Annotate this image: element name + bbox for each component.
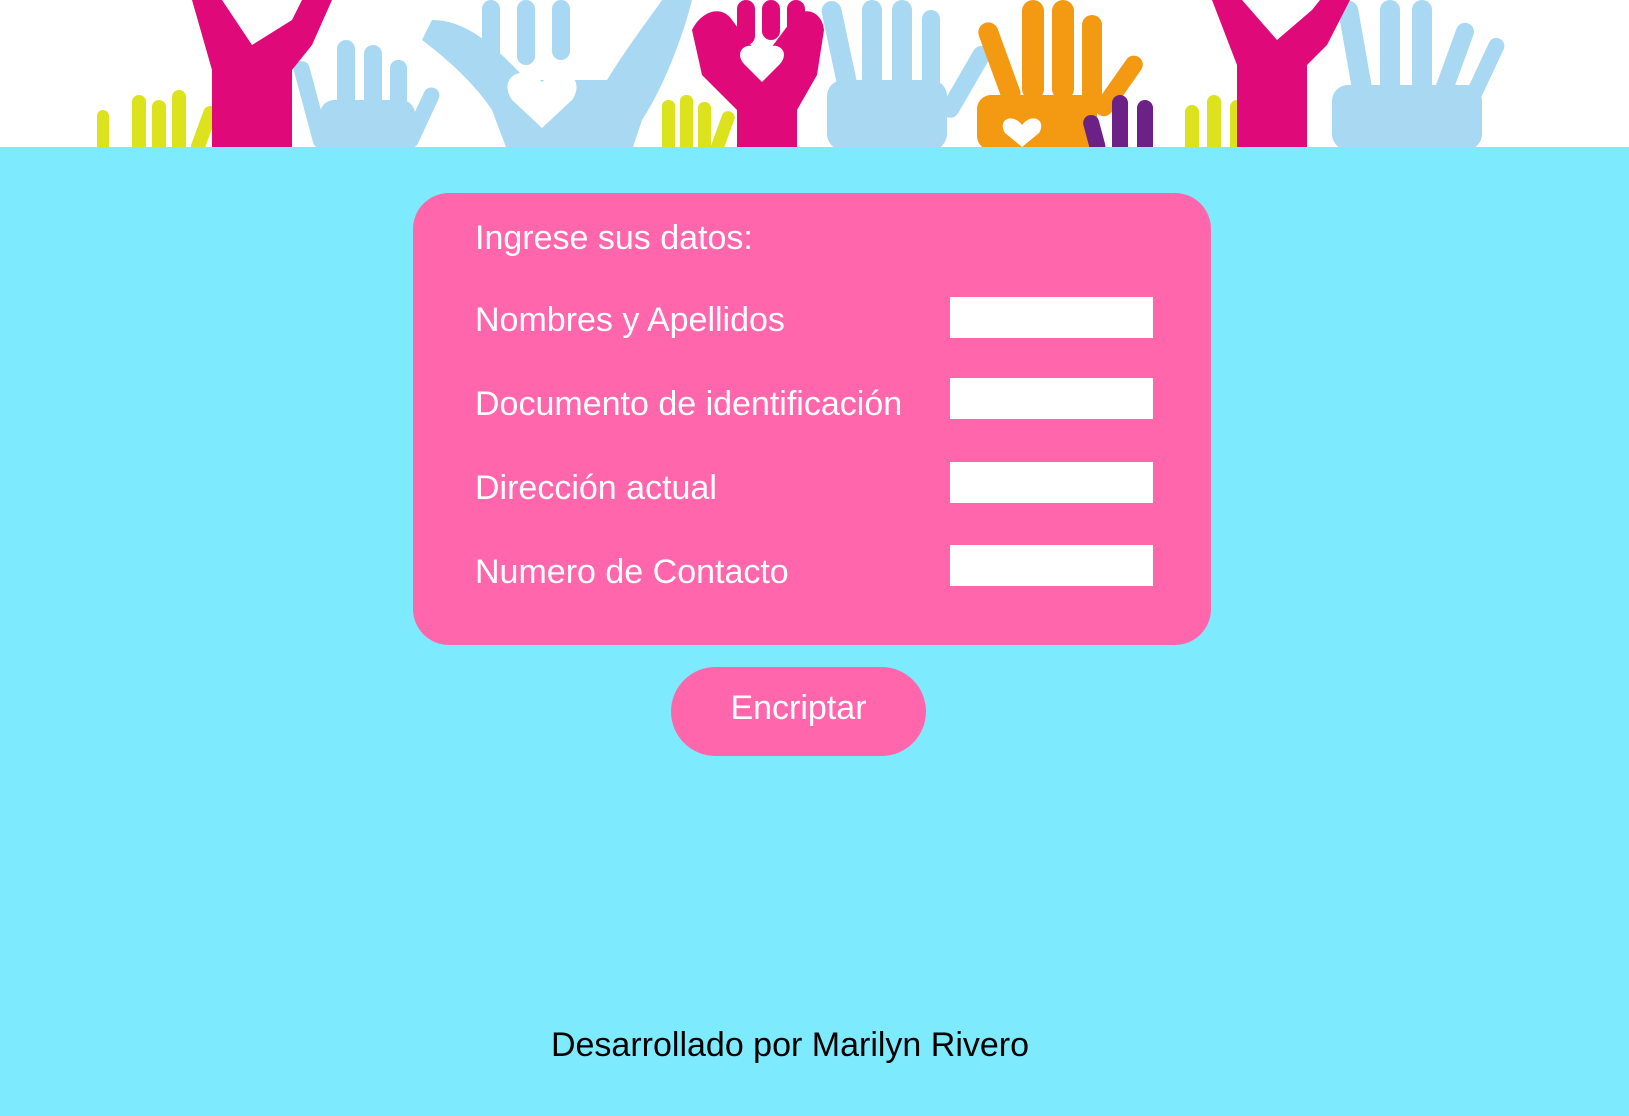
address-input[interactable] [950,462,1153,503]
data-entry-form: Ingrese sus datos: Nombres y Apellidos D… [413,193,1211,645]
name-field-label: Nombres y Apellidos [475,301,785,339]
contact-input[interactable] [950,545,1153,586]
address-field-label: Dirección actual [475,469,717,507]
document-input[interactable] [950,378,1153,419]
hands-banner-image [2,0,1627,147]
encrypt-button[interactable]: Encriptar [671,667,926,756]
form-heading: Ingrese sus datos: [475,219,753,257]
page: Ingrese sus datos: Nombres y Apellidos D… [0,0,1629,1116]
name-input[interactable] [950,297,1153,338]
encrypt-button-label: Encriptar [730,688,867,727]
footer-credit: Desarrollado por Marilyn Rivero [550,1026,1030,1064]
contact-field-label: Numero de Contacto [475,553,789,591]
document-field-label: Documento de identificación [475,385,903,423]
